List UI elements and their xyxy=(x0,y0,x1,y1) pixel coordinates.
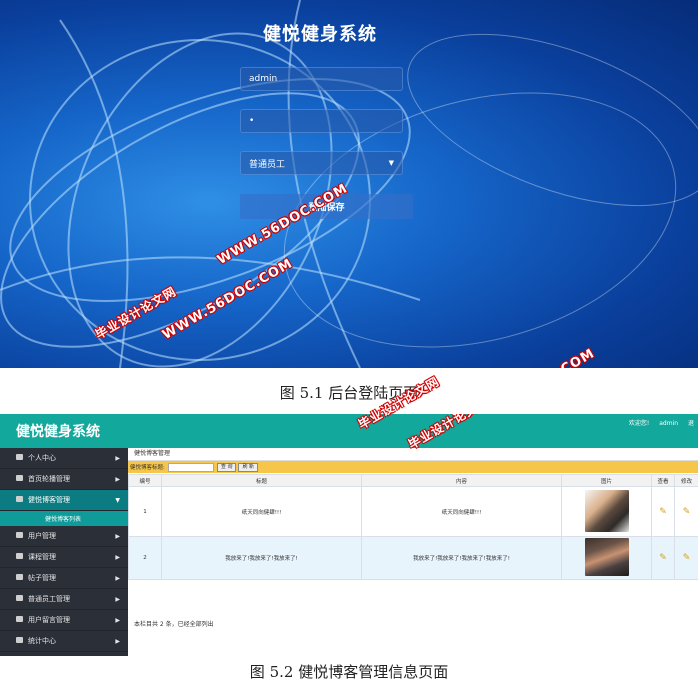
chevron-right-icon: ▶ xyxy=(115,475,120,483)
password-value: • xyxy=(249,116,255,126)
table-row: 2 我放来了!我放来了!我放来了! 我放来了!我放来了!我放来了!我放来了! ✎… xyxy=(128,536,698,580)
cell-id: 2 xyxy=(128,536,162,580)
sidebar-item-label: 健悦博客管理 xyxy=(28,496,70,504)
figure-caption-login: 图 5.1 后台登陆页面 xyxy=(279,384,419,402)
login-background-art xyxy=(0,0,698,368)
chevron-right-icon: ▶ xyxy=(115,637,120,645)
username-value: admin xyxy=(249,74,278,84)
blog-image[interactable] xyxy=(584,489,629,532)
menu-icon xyxy=(16,454,23,460)
cell-view: ✎ xyxy=(651,486,675,537)
logout-link[interactable]: 退 xyxy=(688,420,694,427)
blog-image[interactable] xyxy=(584,538,629,576)
cell-content: 我放来了!我放来了!我放来了!我放来了! xyxy=(361,536,562,580)
admin-screenshot: 健悦健身系统 欢迎您! admin 退 个人中心 ▶ 首页轮播管理 ▶ 健悦博客… xyxy=(0,414,698,656)
welcome-text: 欢迎您! xyxy=(628,420,650,427)
sidebar-item-label: 用户留言管理 xyxy=(28,616,70,624)
username-link[interactable]: admin xyxy=(659,420,678,427)
password-input[interactable]: • xyxy=(240,109,403,133)
sidebar-item-label: 帖子管理 xyxy=(28,574,56,582)
column-header: 查看 xyxy=(651,474,675,487)
role-select[interactable]: 普通员工 ▼ xyxy=(240,151,403,175)
query-button[interactable]: 查 询 xyxy=(216,462,237,472)
main-content: 健悦博客管理 健悦博客标题: 查 询 刷 新 编号 标题 内容 图片 查看 修改 xyxy=(128,448,698,656)
cell-title: 我放来了!我放来了!我放来了! xyxy=(161,536,362,580)
chevron-right-icon: ▶ xyxy=(115,595,120,603)
search-label: 健悦博客标题: xyxy=(130,465,165,471)
menu-icon xyxy=(16,637,23,643)
search-input[interactable] xyxy=(167,462,214,472)
sidebar-item-stats[interactable]: 统计中心 ▶ xyxy=(0,631,128,652)
edit-pencil-icon[interactable]: ✎ xyxy=(683,507,691,517)
column-header: 内容 xyxy=(361,474,562,487)
menu-icon xyxy=(16,616,23,622)
sidebar-item-users[interactable]: 用户管理 ▶ xyxy=(0,526,128,547)
cell-content: 纸天同向健肆!!! xyxy=(361,486,562,537)
column-header: 标题 xyxy=(161,474,362,487)
table-row: 1 纸天同向健肆!!! 纸天同向健肆!!! ✎ ✎ xyxy=(128,486,698,537)
chevron-right-icon: ▶ xyxy=(115,616,120,624)
menu-icon xyxy=(16,475,23,481)
role-value: 普通员工 xyxy=(249,159,286,170)
menu-icon xyxy=(16,532,23,538)
chevron-right-icon: ▶ xyxy=(115,574,120,582)
sidebar-item-label: 统计中心 xyxy=(28,637,56,645)
record-count-note: 本栏目共 2 条，已经全部列出 xyxy=(134,621,214,628)
top-bar: 健悦健身系统 欢迎您! admin 退 xyxy=(0,414,698,448)
blog-table: 编号 标题 内容 图片 查看 修改 1 纸天同向健肆!!! 纸天同向健肆!!! … xyxy=(128,474,698,580)
sidebar-item-messages[interactable]: 用户留言管理 ▶ xyxy=(0,610,128,631)
chevron-down-icon: ▼ xyxy=(388,159,394,167)
sidebar-item-label: 个人中心 xyxy=(28,454,56,462)
user-area: 欢迎您! admin 退 xyxy=(621,418,694,427)
menu-icon xyxy=(16,595,23,601)
cell-view: ✎ xyxy=(651,536,675,580)
cell-image xyxy=(561,486,652,537)
chevron-right-icon: ▶ xyxy=(115,454,120,462)
refresh-button[interactable]: 刷 新 xyxy=(238,462,259,472)
view-pencil-icon[interactable]: ✎ xyxy=(659,507,667,517)
sidebar-item-label: 课程管理 xyxy=(28,553,56,561)
figure-caption-admin: 图 5.2 健悦博客管理信息页面 xyxy=(249,663,449,681)
table-header-row: 编号 标题 内容 图片 查看 修改 xyxy=(128,474,698,487)
view-pencil-icon[interactable]: ✎ xyxy=(659,553,667,563)
login-title: 健悦健身系统 xyxy=(263,24,377,45)
column-header: 图片 xyxy=(561,474,652,487)
chevron-down-icon: ▼ xyxy=(115,496,120,504)
menu-icon xyxy=(16,553,23,559)
sidebar-item-label: 首页轮播管理 xyxy=(28,475,70,483)
cell-id: 1 xyxy=(128,486,162,537)
brand-title: 健悦健身系统 xyxy=(16,424,100,440)
menu-icon xyxy=(16,496,23,502)
sidebar-item-label: 用户管理 xyxy=(28,532,56,540)
chevron-right-icon: ▶ xyxy=(115,532,120,540)
sidebar-subitem-blog-list[interactable]: 健悦博客列表 xyxy=(0,511,128,526)
sidebar-item-profile[interactable]: 个人中心 ▶ xyxy=(0,448,128,469)
sidebar-item-blog[interactable]: 健悦博客管理 ▼ xyxy=(0,490,128,511)
cell-image xyxy=(561,536,652,580)
sidebar-item-posts[interactable]: 帖子管理 ▶ xyxy=(0,568,128,589)
username-input[interactable]: admin xyxy=(240,67,403,91)
chevron-right-icon: ▶ xyxy=(115,553,120,561)
column-header: 修改 xyxy=(674,474,698,487)
menu-icon xyxy=(16,574,23,580)
sidebar-item-carousel[interactable]: 首页轮播管理 ▶ xyxy=(0,469,128,490)
cell-edit: ✎ xyxy=(674,536,698,580)
cell-edit: ✎ xyxy=(674,486,698,537)
login-screenshot: 健悦健身系统 admin • 普通员工 ▼ 登陆保存 毕业设计论文网 WWW.5… xyxy=(0,0,698,368)
sidebar-item-courses[interactable]: 课程管理 ▶ xyxy=(0,547,128,568)
sidebar-item-staff[interactable]: 普通员工管理 ▶ xyxy=(0,589,128,610)
edit-pencil-icon[interactable]: ✎ xyxy=(683,553,691,563)
column-header: 编号 xyxy=(128,474,162,487)
cell-title: 纸天同向健肆!!! xyxy=(161,486,362,537)
search-bar: 健悦博客标题: 查 询 刷 新 xyxy=(128,461,698,473)
sidebar-item-label: 普通员工管理 xyxy=(28,595,70,603)
sidebar: 个人中心 ▶ 首页轮播管理 ▶ 健悦博客管理 ▼ 健悦博客列表 用户管理 ▶ 课… xyxy=(0,448,128,656)
